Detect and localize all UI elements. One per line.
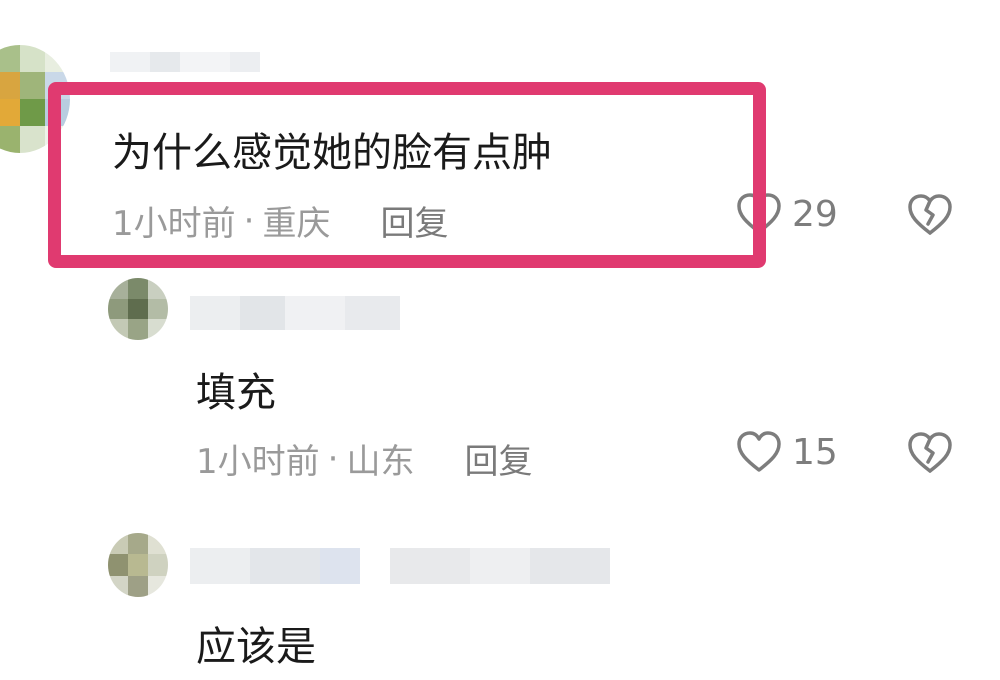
dislike-button[interactable] [906, 193, 954, 241]
like-count: 15 [792, 431, 838, 473]
username-censored[interactable] [190, 548, 610, 584]
highlight-annotation [48, 82, 766, 268]
heart-outline-icon [737, 431, 781, 472]
avatar[interactable] [108, 533, 168, 597]
comment-time: 1小时前 [196, 442, 320, 482]
meta-separator: · [327, 438, 339, 479]
dislike-button[interactable] [906, 431, 954, 479]
broken-heart-icon [908, 432, 952, 473]
like-count: 29 [792, 193, 838, 235]
username-censored[interactable] [110, 52, 260, 72]
comment-text: 应该是 [196, 624, 316, 670]
comment-thread: 为什么感觉她的脸有点肿 1小时前 · 重庆 回复 29 填充 1小时前 · 山东… [0, 0, 1000, 680]
comment-text: 填充 [196, 370, 276, 416]
broken-heart-icon [908, 194, 952, 235]
like-button[interactable]: 15 [736, 430, 838, 474]
username-censored[interactable] [190, 296, 400, 330]
comment-meta: 1小时前 · 山东 回复 [196, 434, 532, 483]
comment-location: 山东 [346, 442, 415, 482]
avatar[interactable] [108, 278, 168, 340]
reply-button[interactable]: 回复 [464, 434, 532, 483]
